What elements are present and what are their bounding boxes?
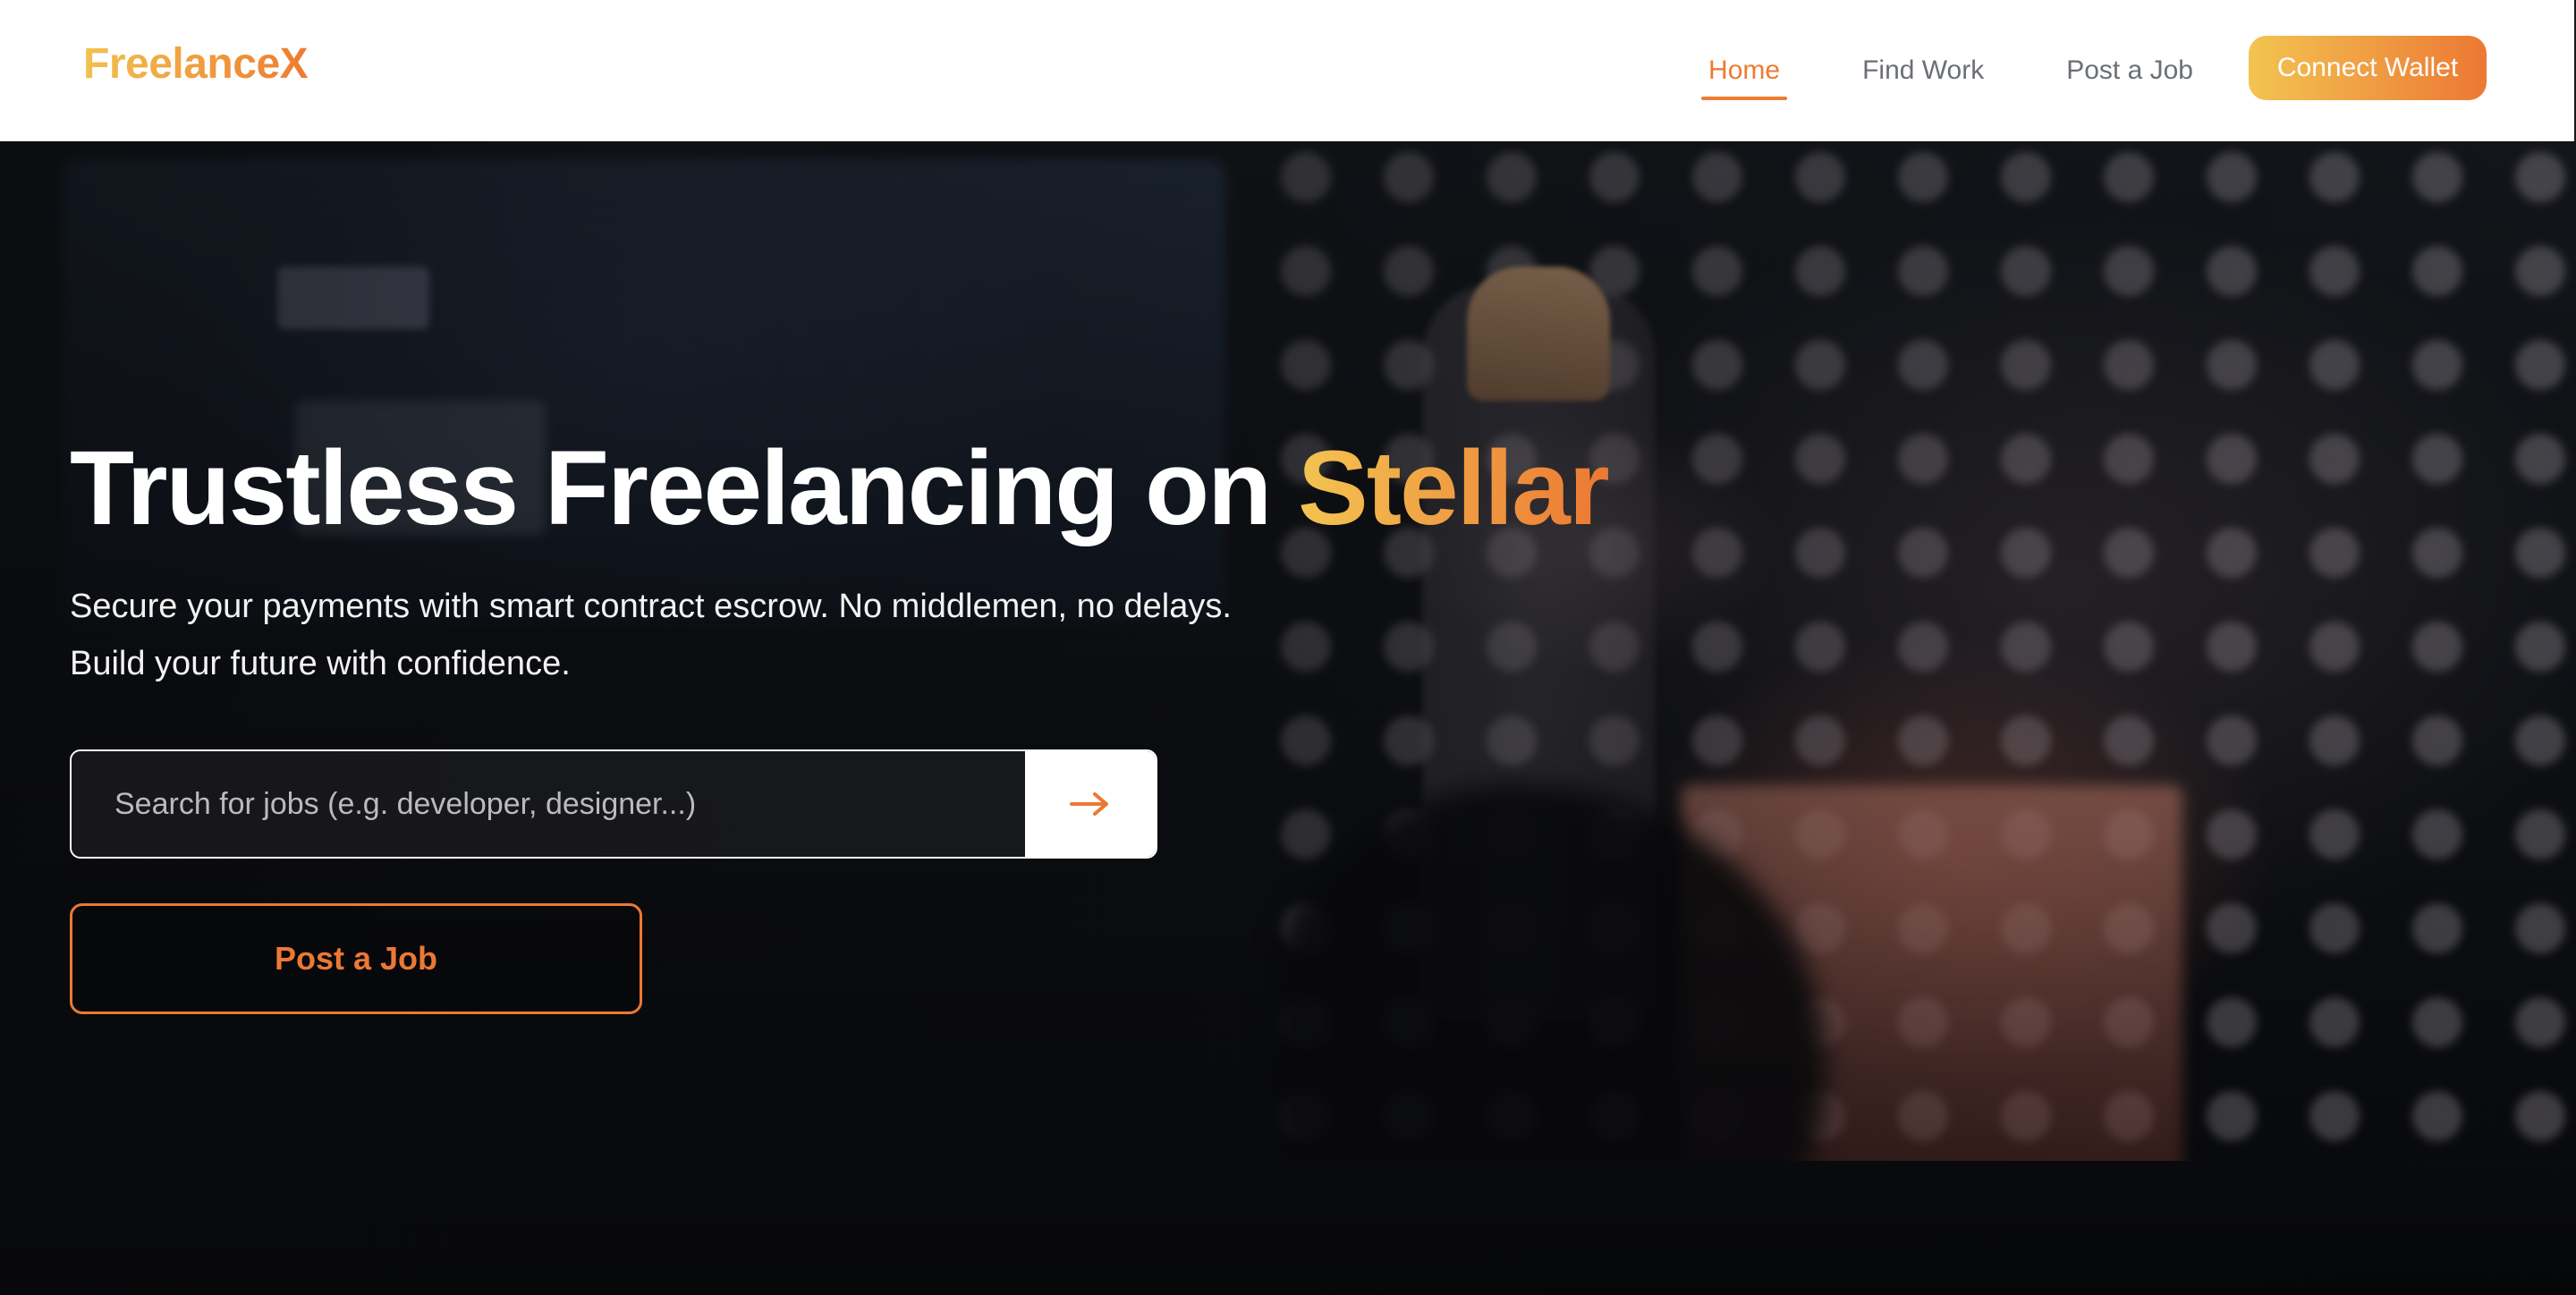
hero-subtitle: Secure your payments with smart contract… — [70, 578, 1411, 692]
brand-logo[interactable]: FreelanceX — [83, 39, 309, 89]
hero-title-accent: Stellar — [1297, 429, 1610, 547]
nav-post-job[interactable]: Post a Job — [2061, 52, 2199, 89]
job-search-bar — [70, 749, 1157, 859]
hero-overlay — [0, 141, 2576, 1295]
hero-subtitle-line-2: Build your future with confidence. — [70, 645, 571, 682]
hero-section: Trustless Freelancing on Stellar Secure … — [0, 141, 2576, 1295]
nav-home[interactable]: Home — [1701, 52, 1788, 100]
hero-title: Trustless Freelancing on Stellar — [70, 426, 1610, 553]
post-job-button[interactable]: Post a Job — [70, 903, 642, 1014]
arrow-right-icon — [1070, 792, 1108, 816]
hero-subtitle-line-1: Secure your payments with smart contract… — [70, 588, 1232, 625]
site-header: FreelanceX Home Find Work Post a Job Con… — [0, 0, 2576, 141]
main-nav: Home Find Work Post a Job — [1631, 0, 2199, 141]
nav-find-work[interactable]: Find Work — [1857, 52, 1989, 89]
search-submit-button[interactable] — [1025, 751, 1156, 857]
connect-wallet-button[interactable]: Connect Wallet — [2249, 36, 2487, 100]
hero-title-main: Trustless Freelancing on — [70, 429, 1298, 547]
job-search-input[interactable] — [72, 751, 1025, 857]
